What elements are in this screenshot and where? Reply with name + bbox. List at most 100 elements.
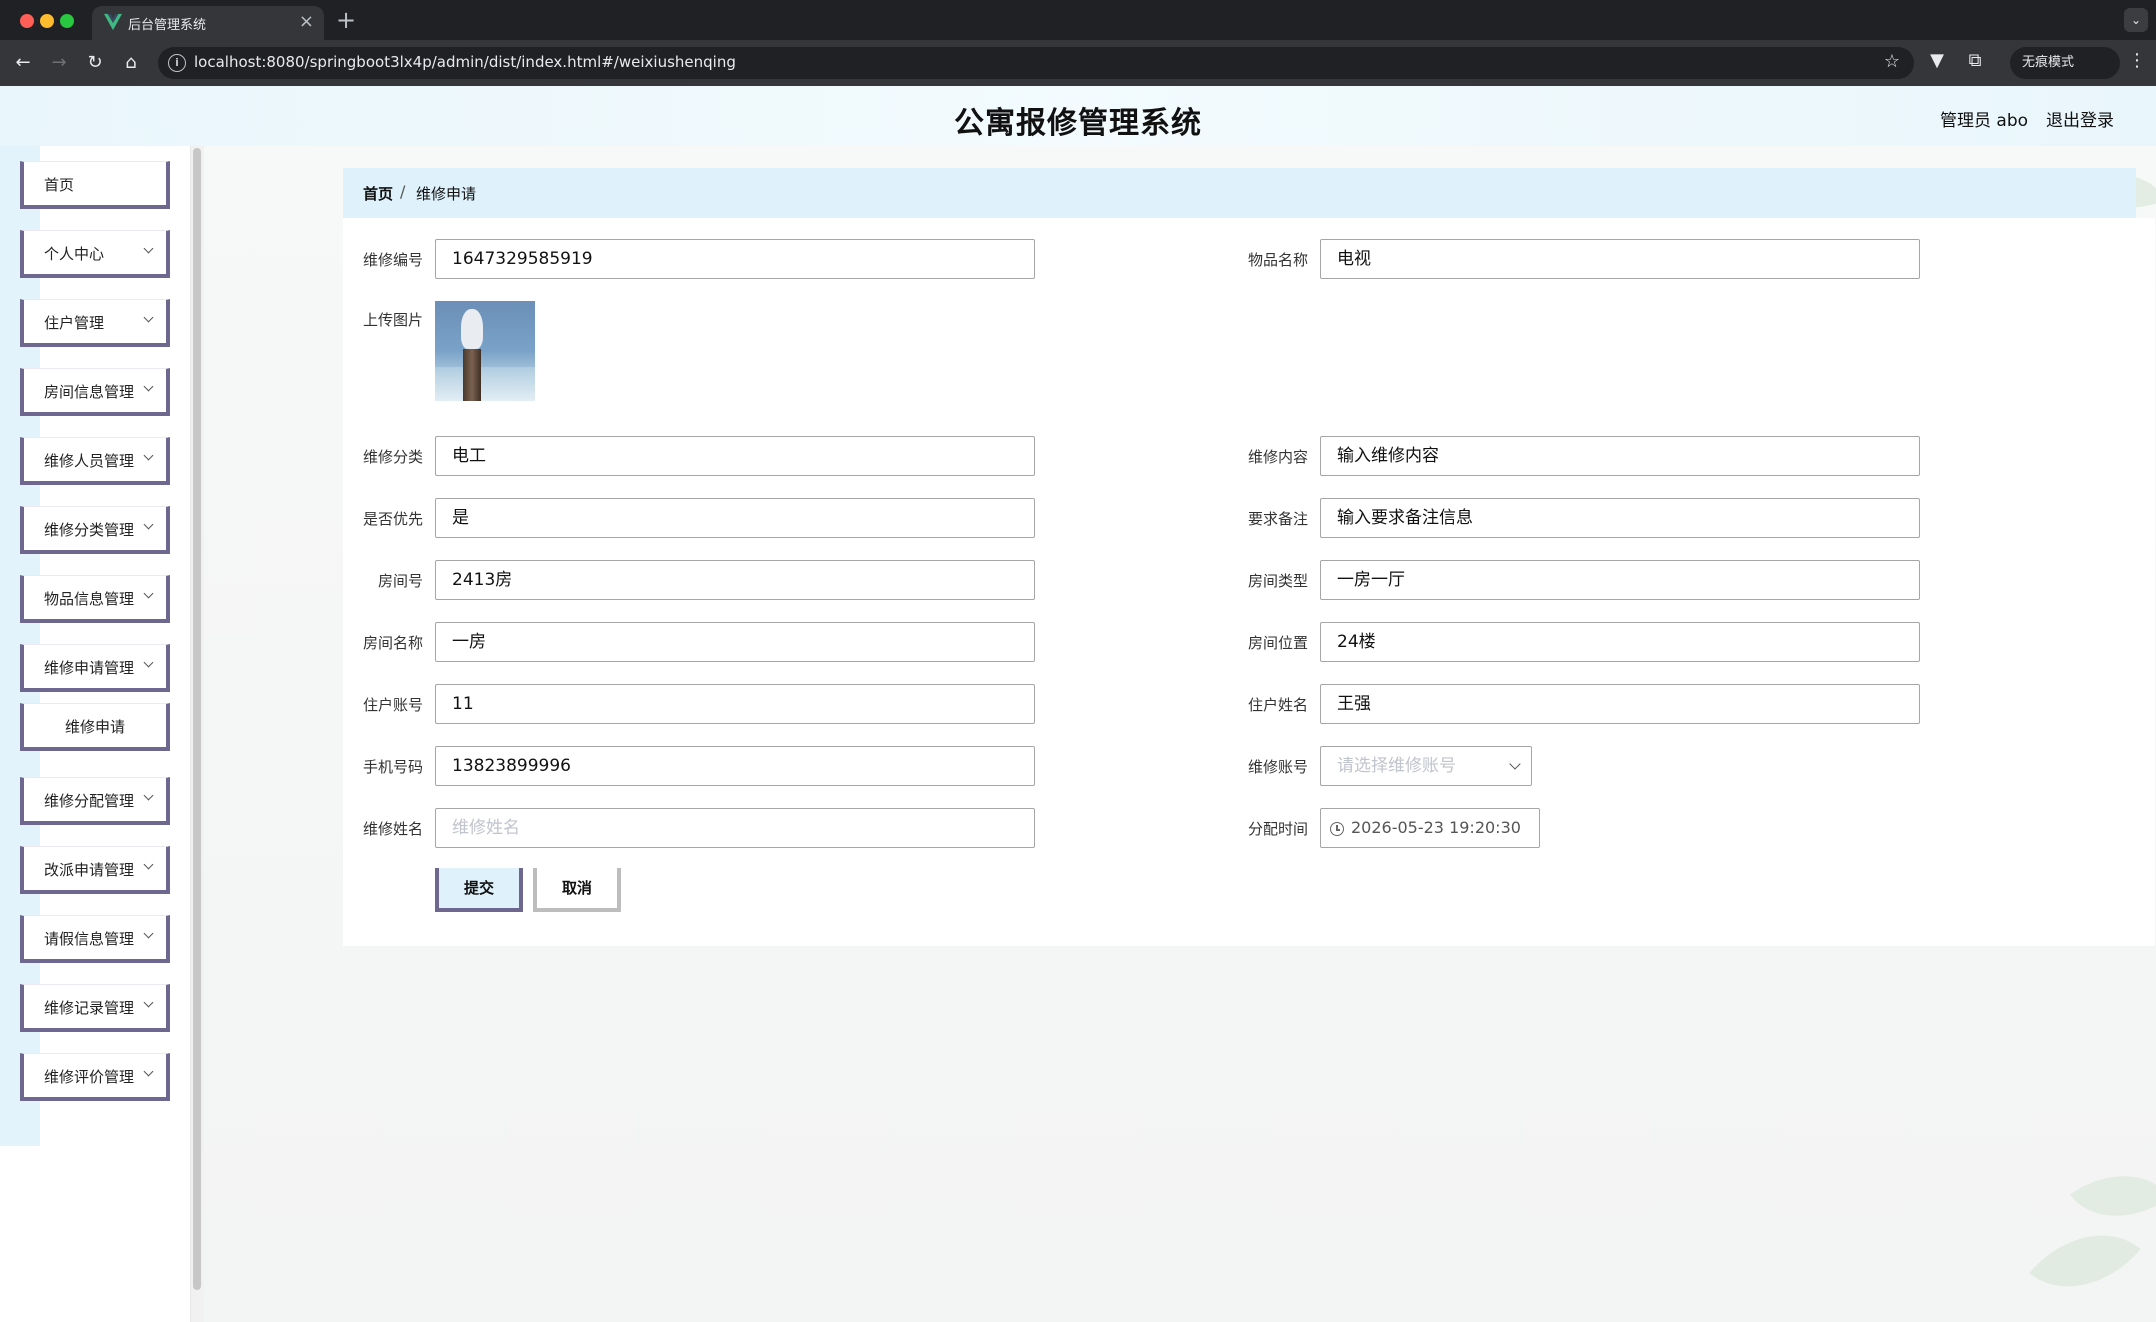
sidebar-item-label: 维修申请管理 <box>44 659 135 677</box>
extension-vue-icon[interactable]: ▼ <box>1924 50 1950 71</box>
new-tab-icon[interactable]: + <box>336 6 356 34</box>
chevron-down-icon <box>143 519 154 530</box>
room-no-label: 房间号 <box>377 572 423 590</box>
sidebar-item-label: 维修申请 <box>64 718 125 736</box>
repair-no-input[interactable]: 1647329585919 <box>435 239 1035 279</box>
chevron-down-icon <box>143 790 154 801</box>
content-input[interactable]: 输入维修内容 <box>1320 436 1920 476</box>
sidebar-item-label: 首页 <box>44 176 75 194</box>
sidebar-item-repair-record[interactable]: 维修记录管理 <box>20 984 170 1032</box>
sidebar-item-reassign-request[interactable]: 改派申请管理 <box>20 846 170 894</box>
logout-link[interactable]: 退出登录 <box>2046 106 2114 131</box>
chevron-down-icon <box>143 997 154 1008</box>
back-icon[interactable]: ← <box>10 50 36 76</box>
resident-name-input[interactable]: 王强 <box>1320 684 1920 724</box>
priority-input[interactable]: 是 <box>435 498 1035 538</box>
browser-toolbar: ← → ↻ ⌂ i localhost:8080/springboot3lx4p… <box>0 40 2156 86</box>
tab-close-icon[interactable]: × <box>299 11 314 32</box>
maximize-window-button[interactable] <box>60 14 74 28</box>
room-no-input[interactable]: 2413房 <box>435 560 1035 600</box>
forward-icon[interactable]: → <box>46 50 72 76</box>
image-post <box>463 349 481 401</box>
sidebar-item-label: 房间信息管理 <box>44 383 135 401</box>
browser-tab-strip: 后台管理系统 × + ⌄ <box>0 0 2156 40</box>
sidebar-item-repair-category[interactable]: 维修分类管理 <box>20 506 170 554</box>
assign-time-label: 分配时间 <box>1248 820 1309 838</box>
room-name-input[interactable]: 一房 <box>435 622 1035 662</box>
assign-time-value: 2026-05-23 19:20:30 <box>1351 818 1521 837</box>
address-bar[interactable]: i localhost:8080/springboot3lx4p/admin/d… <box>158 47 1914 79</box>
sidebar-subitem-repair-request[interactable]: 维修申请 <box>20 703 170 751</box>
sidebar-item-home[interactable]: 首页 <box>20 161 170 209</box>
assign-time-picker[interactable]: 2026-05-23 19:20:30 <box>1320 808 1540 848</box>
chevron-down-icon <box>143 381 154 392</box>
minimize-window-button[interactable] <box>40 14 54 28</box>
sidebar-item-label: 改派申请管理 <box>44 861 135 879</box>
app-page: 公寓报修管理系统 管理员 abo 退出登录 首页 个人中心 住户管理 房间信息管… <box>0 86 2156 1322</box>
uploaded-image-thumbnail[interactable] <box>435 301 535 401</box>
repair-no-label: 维修编号 <box>363 251 424 269</box>
category-input[interactable]: 电工 <box>435 436 1035 476</box>
incognito-label: 无痕模式 <box>2022 55 2075 70</box>
room-type-input[interactable]: 一房一厅 <box>1320 560 1920 600</box>
incognito-badge[interactable]: 无痕模式 <box>2010 47 2120 79</box>
sidebar-item-resident-management[interactable]: 住户管理 <box>20 299 170 347</box>
phone-input[interactable]: 13823899996 <box>435 746 1035 786</box>
site-info-icon[interactable]: i <box>168 54 186 72</box>
breadcrumb-separator: / <box>400 182 406 201</box>
url-text[interactable]: localhost:8080/springboot3lx4p/admin/dis… <box>194 53 736 71</box>
image-bird <box>461 309 483 349</box>
sidebar-item-label: 维修分类管理 <box>44 521 135 539</box>
sidebar-item-label: 维修评价管理 <box>44 1068 135 1086</box>
chevron-down-icon <box>143 859 154 870</box>
room-name-label: 房间名称 <box>363 634 424 652</box>
tab-title: 后台管理系统 <box>128 18 207 33</box>
sidebar-item-repair-assignment[interactable]: 维修分配管理 <box>20 777 170 825</box>
extensions-puzzle-icon[interactable]: ⧉ <box>1962 50 1988 71</box>
category-label: 维修分类 <box>363 448 424 466</box>
home-icon[interactable]: ⌂ <box>118 50 144 76</box>
cancel-button[interactable]: 取消 <box>533 868 621 912</box>
repair-account-placeholder: 请选择维修账号 <box>1337 756 1456 776</box>
room-type-label: 房间类型 <box>1248 572 1309 590</box>
remark-input[interactable]: 输入要求备注信息 <box>1320 498 1920 538</box>
room-location-input[interactable]: 24楼 <box>1320 622 1920 662</box>
remark-label: 要求备注 <box>1248 510 1309 528</box>
resident-account-label: 住户账号 <box>363 696 424 714</box>
sidebar-item-leave-info[interactable]: 请假信息管理 <box>20 915 170 963</box>
priority-label: 是否优先 <box>363 510 424 528</box>
chevron-down-icon <box>143 450 154 461</box>
sidebar-item-repair-review[interactable]: 维修评价管理 <box>20 1053 170 1101</box>
breadcrumb-home[interactable]: 首页 <box>363 183 393 204</box>
chevron-down-icon <box>143 588 154 599</box>
site-title: 公寓报修管理系统 <box>954 106 1202 141</box>
browser-tab[interactable]: 后台管理系统 × <box>92 6 324 40</box>
item-name-input[interactable]: 电视 <box>1320 239 1920 279</box>
reload-icon[interactable]: ↻ <box>82 50 108 76</box>
repair-name-label: 维修姓名 <box>363 820 424 838</box>
sidebar-item-label: 维修记录管理 <box>44 999 135 1017</box>
sidebar-item-item-info[interactable]: 物品信息管理 <box>20 575 170 623</box>
sidebar-item-repair-request-management[interactable]: 维修申请管理 <box>20 644 170 692</box>
resident-account-input[interactable]: 11 <box>435 684 1035 724</box>
submit-button[interactable]: 提交 <box>435 868 523 912</box>
repair-name-input[interactable]: 维修姓名 <box>435 808 1035 848</box>
current-user: 管理员 abo <box>1940 111 2029 131</box>
page-header: 公寓报修管理系统 管理员 abo 退出登录 <box>0 86 2156 146</box>
close-window-button[interactable] <box>20 14 34 28</box>
image-water <box>435 367 535 401</box>
bookmark-star-icon[interactable]: ☆ <box>1884 51 1900 72</box>
sidebar-item-repair-staff[interactable]: 维修人员管理 <box>20 437 170 485</box>
clock-icon <box>1330 822 1344 836</box>
browser-menu-icon[interactable]: ⋮ <box>2128 50 2146 71</box>
sidebar-scroll-thumb[interactable] <box>193 148 201 1290</box>
chevron-down-icon <box>143 657 154 668</box>
repair-account-select[interactable]: 请选择维修账号 <box>1320 746 1532 786</box>
sidebar-item-personal-center[interactable]: 个人中心 <box>20 230 170 278</box>
repair-account-label: 维修账号 <box>1248 758 1309 776</box>
chevron-down-icon <box>143 1066 154 1077</box>
upload-label: 上传图片 <box>363 311 424 329</box>
tab-search-icon[interactable]: ⌄ <box>2124 8 2148 32</box>
sidebar-item-label: 住户管理 <box>44 314 105 332</box>
sidebar-item-room-info[interactable]: 房间信息管理 <box>20 368 170 416</box>
